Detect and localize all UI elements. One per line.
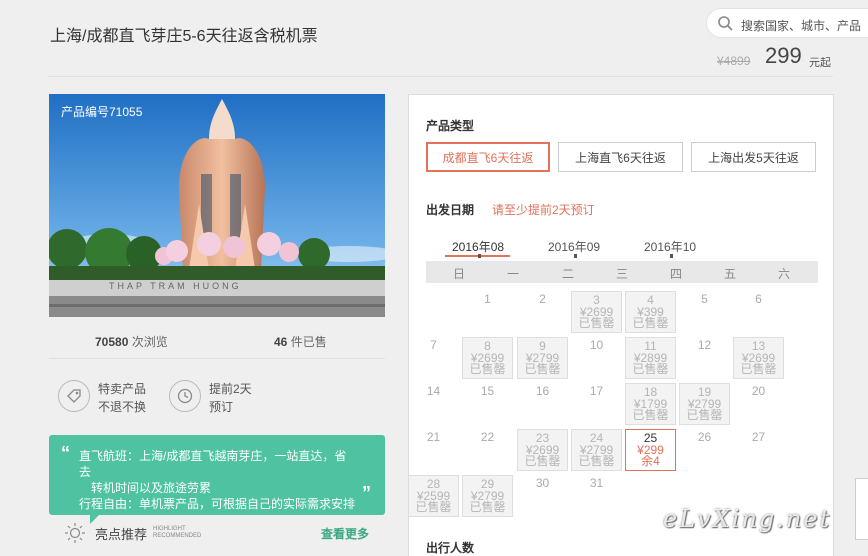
calendar-day-6[interactable]: 6: [733, 291, 784, 333]
clock-icon: [169, 380, 201, 412]
departure-date-heading: 出发日期: [426, 203, 475, 217]
tag-icon: [58, 380, 90, 412]
calendar-day-26[interactable]: 26: [679, 429, 730, 471]
type-option-shanghai-5d[interactable]: 上海出发5天往返: [691, 142, 816, 172]
calendar-day-28[interactable]: 28 ¥2599 已售罄: [408, 475, 459, 517]
calendar-day-24[interactable]: 24 ¥2799 已售罄: [571, 429, 622, 471]
product-type-heading: 产品类型: [426, 119, 475, 133]
calendar-day-3[interactable]: 3 ¥2699 已售罄: [571, 291, 622, 333]
calendar-day-15[interactable]: 15: [462, 383, 513, 425]
calendar-day-19[interactable]: 19 ¥2799 已售罄: [679, 383, 730, 425]
calendar-day-12[interactable]: 12: [679, 337, 730, 379]
type-option-chengdu-6d[interactable]: 成都直飞6天往返: [426, 142, 550, 172]
calendar-day-5[interactable]: 5: [679, 291, 730, 333]
calendar-day-16[interactable]: 16: [517, 383, 568, 425]
sold-count: 46 件已售: [274, 335, 327, 349]
calendar-day-2[interactable]: 2: [517, 291, 568, 333]
view-count: 70580 次浏览: [95, 335, 168, 349]
price-unit: 元起: [809, 57, 831, 69]
weekday-header: 日 一 二 三 四 五 六: [426, 261, 818, 283]
calendar-day-7[interactable]: 7: [408, 337, 459, 379]
calendar-day-25[interactable]: 25 ¥299 余4: [625, 429, 676, 471]
product-photo: THAP TRAM HUONG 产品编号71055: [49, 94, 385, 317]
divider: [48, 76, 833, 77]
calendar-day-14[interactable]: 14: [408, 383, 459, 425]
calendar-day-20[interactable]: 20: [733, 383, 784, 425]
traveler-count-heading: 出行人数: [426, 541, 475, 555]
side-widget[interactable]: [855, 478, 868, 540]
calendar-day-23[interactable]: 23 ¥2699 已售罄: [517, 429, 568, 471]
open-quote-icon: “: [61, 443, 70, 463]
highlight-bubble: “ 直飞航班：上海/成都直飞越南芽庄，一站直达，省去 转机时间以及旅途劳累 行程…: [49, 435, 385, 515]
calendar-day-1[interactable]: 1: [462, 291, 513, 333]
type-option-shanghai-6d[interactable]: 上海直飞6天往返: [558, 142, 683, 172]
search-box[interactable]: 搜索国家、城市、产品: [706, 8, 868, 38]
calendar-day-17[interactable]: 17: [571, 383, 622, 425]
product-stats: 70580 次浏览 46 件已售: [49, 330, 385, 352]
close-quote-icon: ”: [362, 483, 371, 503]
photo-sign: THAP TRAM HUONG: [109, 281, 242, 291]
tab-month-2016-10[interactable]: 2016年10: [644, 238, 696, 258]
feature-advance-booking: 提前2天 预订: [169, 380, 252, 416]
calendar-day-31[interactable]: 31: [571, 475, 622, 517]
watermark: eLvXing.net: [663, 505, 832, 533]
original-price: ¥4899: [717, 54, 751, 68]
calendar-day-8[interactable]: 8 ¥2699 已售罄: [462, 337, 513, 379]
search-icon: [718, 16, 733, 31]
calendar-day-13[interactable]: 13 ¥2699 已售罄: [733, 337, 784, 379]
view-more-link[interactable]: 查看更多: [321, 525, 369, 542]
calendar-day-10[interactable]: 10: [571, 337, 622, 379]
highlight-heading: 亮点推荐 HIGHLIGHT RECOMMENDED: [65, 523, 201, 543]
product-number: 产品编号71055: [61, 105, 143, 119]
booking-hint: 请至少提前2天预订: [492, 203, 595, 217]
sun-icon: [65, 523, 85, 543]
calendar-day-11[interactable]: 11 ¥2899 已售罄: [625, 337, 676, 379]
feature-special-sale: 特卖产品 不退不换: [58, 380, 146, 416]
calendar-day-30[interactable]: 30: [517, 475, 568, 517]
calendar-day-9[interactable]: 9 ¥2799 已售罄: [517, 337, 568, 379]
calendar-day-22[interactable]: 22: [462, 429, 513, 471]
search-input[interactable]: 搜索国家、城市、产品: [741, 17, 861, 34]
divider: [49, 358, 385, 359]
current-price: 299: [765, 43, 802, 68]
calendar-day-29[interactable]: 29 ¥2799 已售罄: [462, 475, 513, 517]
calendar-day-27[interactable]: 27: [733, 429, 784, 471]
tab-month-2016-09[interactable]: 2016年09: [548, 238, 600, 258]
calendar-day-4[interactable]: 4 ¥399 已售罄: [625, 291, 676, 333]
page-title: 上海/成都直飞芽庄5-6天往返含税机票: [50, 28, 318, 45]
booking-panel: 产品类型 成都直飞6天往返 上海直飞6天往返 上海出发5天往返 出发日期 请至少…: [408, 94, 834, 556]
tab-month-2016-08[interactable]: 2016年08: [445, 238, 511, 258]
calendar-day-18[interactable]: 18 ¥1799 已售罄: [625, 383, 676, 425]
calendar-day-21[interactable]: 21: [408, 429, 459, 471]
